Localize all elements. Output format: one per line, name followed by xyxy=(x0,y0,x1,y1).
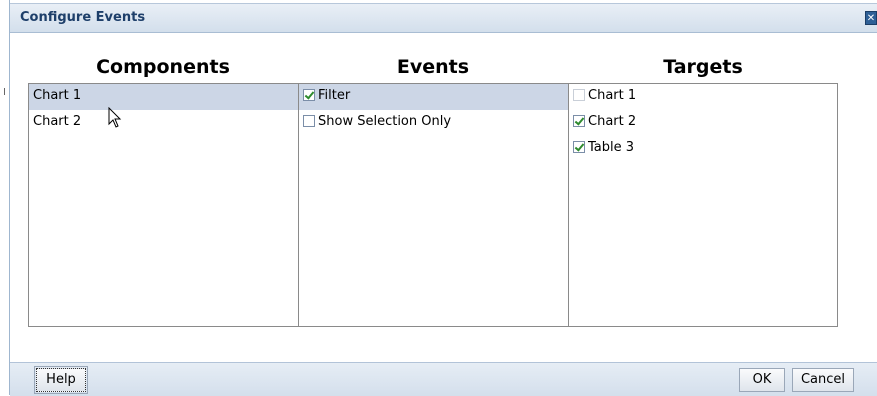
components-list[interactable]: Chart 1 Chart 2 xyxy=(28,83,299,327)
cancel-button[interactable]: Cancel xyxy=(792,368,854,392)
dialog-title: Configure Events xyxy=(20,10,146,25)
component-item-label: Chart 2 xyxy=(33,114,82,129)
target-item-label: Table 3 xyxy=(588,140,635,155)
target-item-chart-2[interactable]: Chart 2 xyxy=(569,110,837,136)
target-item-label: Chart 1 xyxy=(588,88,637,103)
components-header: Components xyxy=(96,56,230,78)
ok-button[interactable]: OK xyxy=(739,368,785,392)
help-button[interactable]: Help xyxy=(34,366,88,394)
event-item-label: Show Selection Only xyxy=(318,114,452,129)
filter-checkbox[interactable] xyxy=(303,89,315,101)
window-edge-mark xyxy=(4,88,5,95)
target-item-label: Chart 2 xyxy=(588,114,637,129)
component-item-label: Chart 1 xyxy=(33,88,82,103)
show-selection-only-checkbox[interactable] xyxy=(303,115,315,127)
target-item-chart-1[interactable]: Chart 1 xyxy=(569,84,837,110)
target-table-3-checkbox[interactable] xyxy=(573,141,585,153)
close-icon[interactable]: ✕ xyxy=(865,11,877,25)
configure-events-dialog: Configure Events ✕ Components Events Tar… xyxy=(9,0,877,396)
target-chart-2-checkbox[interactable] xyxy=(573,115,585,127)
dialog-footer: Help OK Cancel xyxy=(10,362,877,396)
events-list[interactable]: Filter Show Selection Only xyxy=(298,83,569,327)
events-header: Events xyxy=(396,56,470,78)
target-item-table-3[interactable]: Table 3 xyxy=(569,136,837,162)
dialog-titlebar[interactable]: Configure Events ✕ xyxy=(10,3,877,33)
targets-header: Targets xyxy=(663,56,743,78)
component-item-chart-2[interactable]: Chart 2 xyxy=(29,110,298,136)
event-item-label: Filter xyxy=(318,88,351,103)
component-item-chart-1[interactable]: Chart 1 xyxy=(29,84,298,110)
event-item-filter[interactable]: Filter xyxy=(299,84,568,110)
mouse-pointer-icon xyxy=(108,107,122,128)
event-item-show-selection-only[interactable]: Show Selection Only xyxy=(299,110,568,136)
targets-list[interactable]: Chart 1 Chart 2 Table 3 xyxy=(568,83,838,327)
target-chart-1-checkbox xyxy=(573,89,585,101)
